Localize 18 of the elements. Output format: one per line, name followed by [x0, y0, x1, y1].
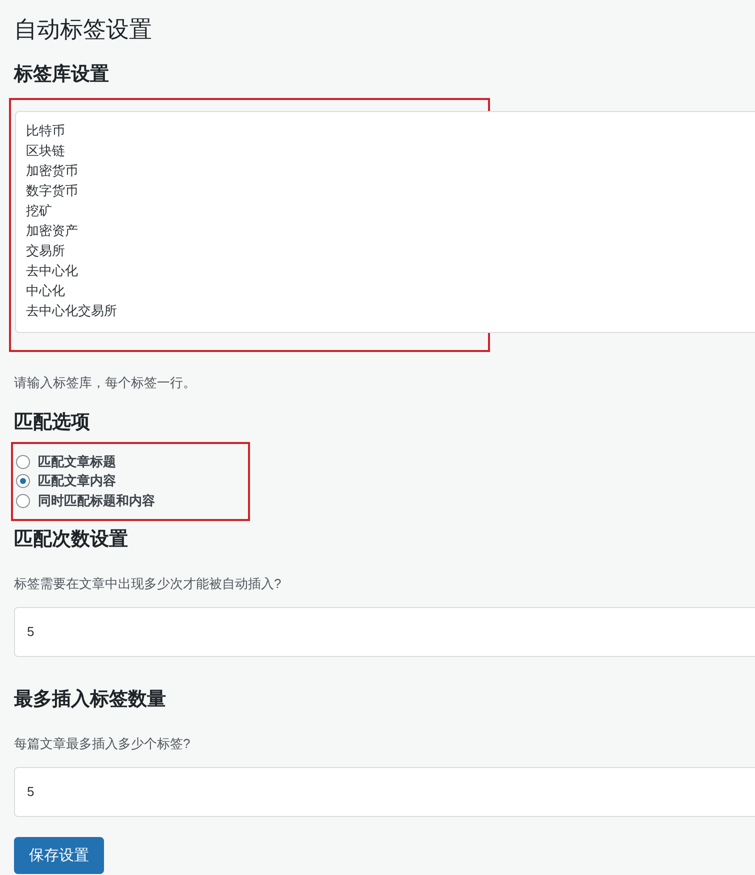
- section-heading: 匹配次数设置: [14, 528, 128, 552]
- radio-button[interactable]: [16, 474, 30, 488]
- radio-label[interactable]: 同时匹配标题和内容: [38, 492, 155, 510]
- radio-label[interactable]: 匹配文章标题: [38, 452, 116, 471]
- page-title: 自动标签设置: [14, 15, 152, 44]
- radio-label[interactable]: 匹配文章内容: [38, 472, 116, 490]
- radio-button[interactable]: [16, 494, 30, 508]
- help-text: 每篇文章最多插入多少个标签?: [14, 734, 190, 752]
- section-heading: 标签库设置: [14, 62, 109, 87]
- save-button[interactable]: 保存设置: [14, 836, 104, 874]
- number-field[interactable]: 5: [14, 766, 755, 816]
- number-field[interactable]: 5: [14, 606, 755, 656]
- section-heading: 匹配选项: [14, 411, 90, 435]
- help-text: 标签需要在文章中出现多少次才能被自动插入?: [14, 574, 282, 592]
- help-text: 请输入标签库，每个标签一行。: [14, 374, 196, 392]
- radio-button[interactable]: [16, 454, 30, 469]
- tag-library-field[interactable]: 比特币 区块链 加密货币 数字货币 挖矿 加密资产 交易所 去中心化 中心化 去中心化交易所: [15, 111, 755, 333]
- section-heading: 最多插入标签数量: [14, 688, 166, 712]
